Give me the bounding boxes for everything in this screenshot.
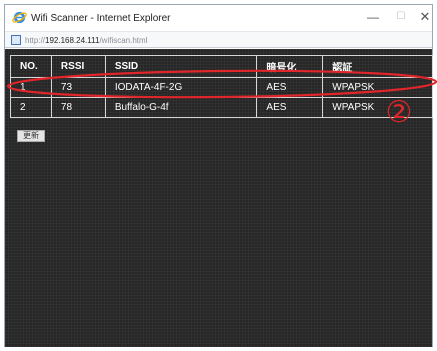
column-header-no: NO. xyxy=(10,55,52,78)
cell-ssid: IODATA-4F-2G xyxy=(104,77,258,98)
cell-encryption: AES xyxy=(256,97,324,118)
page-icon xyxy=(11,35,21,45)
column-header-rssi: RSSI xyxy=(50,55,106,78)
address-bar[interactable]: http://192.168.24.111/wifiscan.html xyxy=(5,31,432,48)
column-header-ssid: SSID xyxy=(104,55,258,78)
url-text[interactable]: http://192.168.24.111/wifiscan.html xyxy=(25,36,147,45)
wifi-scan-table: NO. RSSI SSID 暗号化 認証 1 73 IODATA-4F-2G A… xyxy=(10,55,433,118)
page-content: NO. RSSI SSID 暗号化 認証 1 73 IODATA-4F-2G A… xyxy=(5,49,433,347)
table-row: 2 78 Buffalo-G-4f AES WPAPSK xyxy=(10,97,433,118)
cell-authentication: WPAPSK xyxy=(322,97,433,118)
column-header-authentication: 認証 xyxy=(322,55,433,78)
table-header-row: NO. RSSI SSID 暗号化 認証 xyxy=(10,55,433,78)
cell-rssi: 73 xyxy=(50,77,106,98)
table-row: 1 73 IODATA-4F-2G AES WPAPSK xyxy=(10,77,433,98)
url-host: 192.168.24.111 xyxy=(45,36,100,45)
cell-no: 1 xyxy=(10,77,52,98)
cell-no: 2 xyxy=(10,97,52,118)
cell-encryption: AES xyxy=(256,77,324,98)
refresh-button[interactable]: 更新 xyxy=(17,130,45,142)
internet-explorer-icon xyxy=(12,11,27,24)
url-scheme: http:// xyxy=(25,36,46,45)
cell-ssid: Buffalo-G-4f xyxy=(104,97,258,118)
title-bar: Wifi Scanner - Internet Explorer — ☐ ✕ xyxy=(5,5,432,31)
browser-window: Wifi Scanner - Internet Explorer — ☐ ✕ h… xyxy=(4,4,433,347)
url-path: /wifiscan.html xyxy=(99,36,148,45)
cell-rssi: 78 xyxy=(50,97,106,118)
minimize-button[interactable]: — xyxy=(361,8,385,26)
column-header-encryption: 暗号化 xyxy=(256,55,324,78)
window-title: Wifi Scanner - Internet Explorer xyxy=(31,13,171,24)
close-button[interactable]: ✕ xyxy=(413,8,437,26)
cell-authentication: WPAPSK xyxy=(322,77,433,98)
maximize-button[interactable]: ☐ xyxy=(389,8,413,26)
